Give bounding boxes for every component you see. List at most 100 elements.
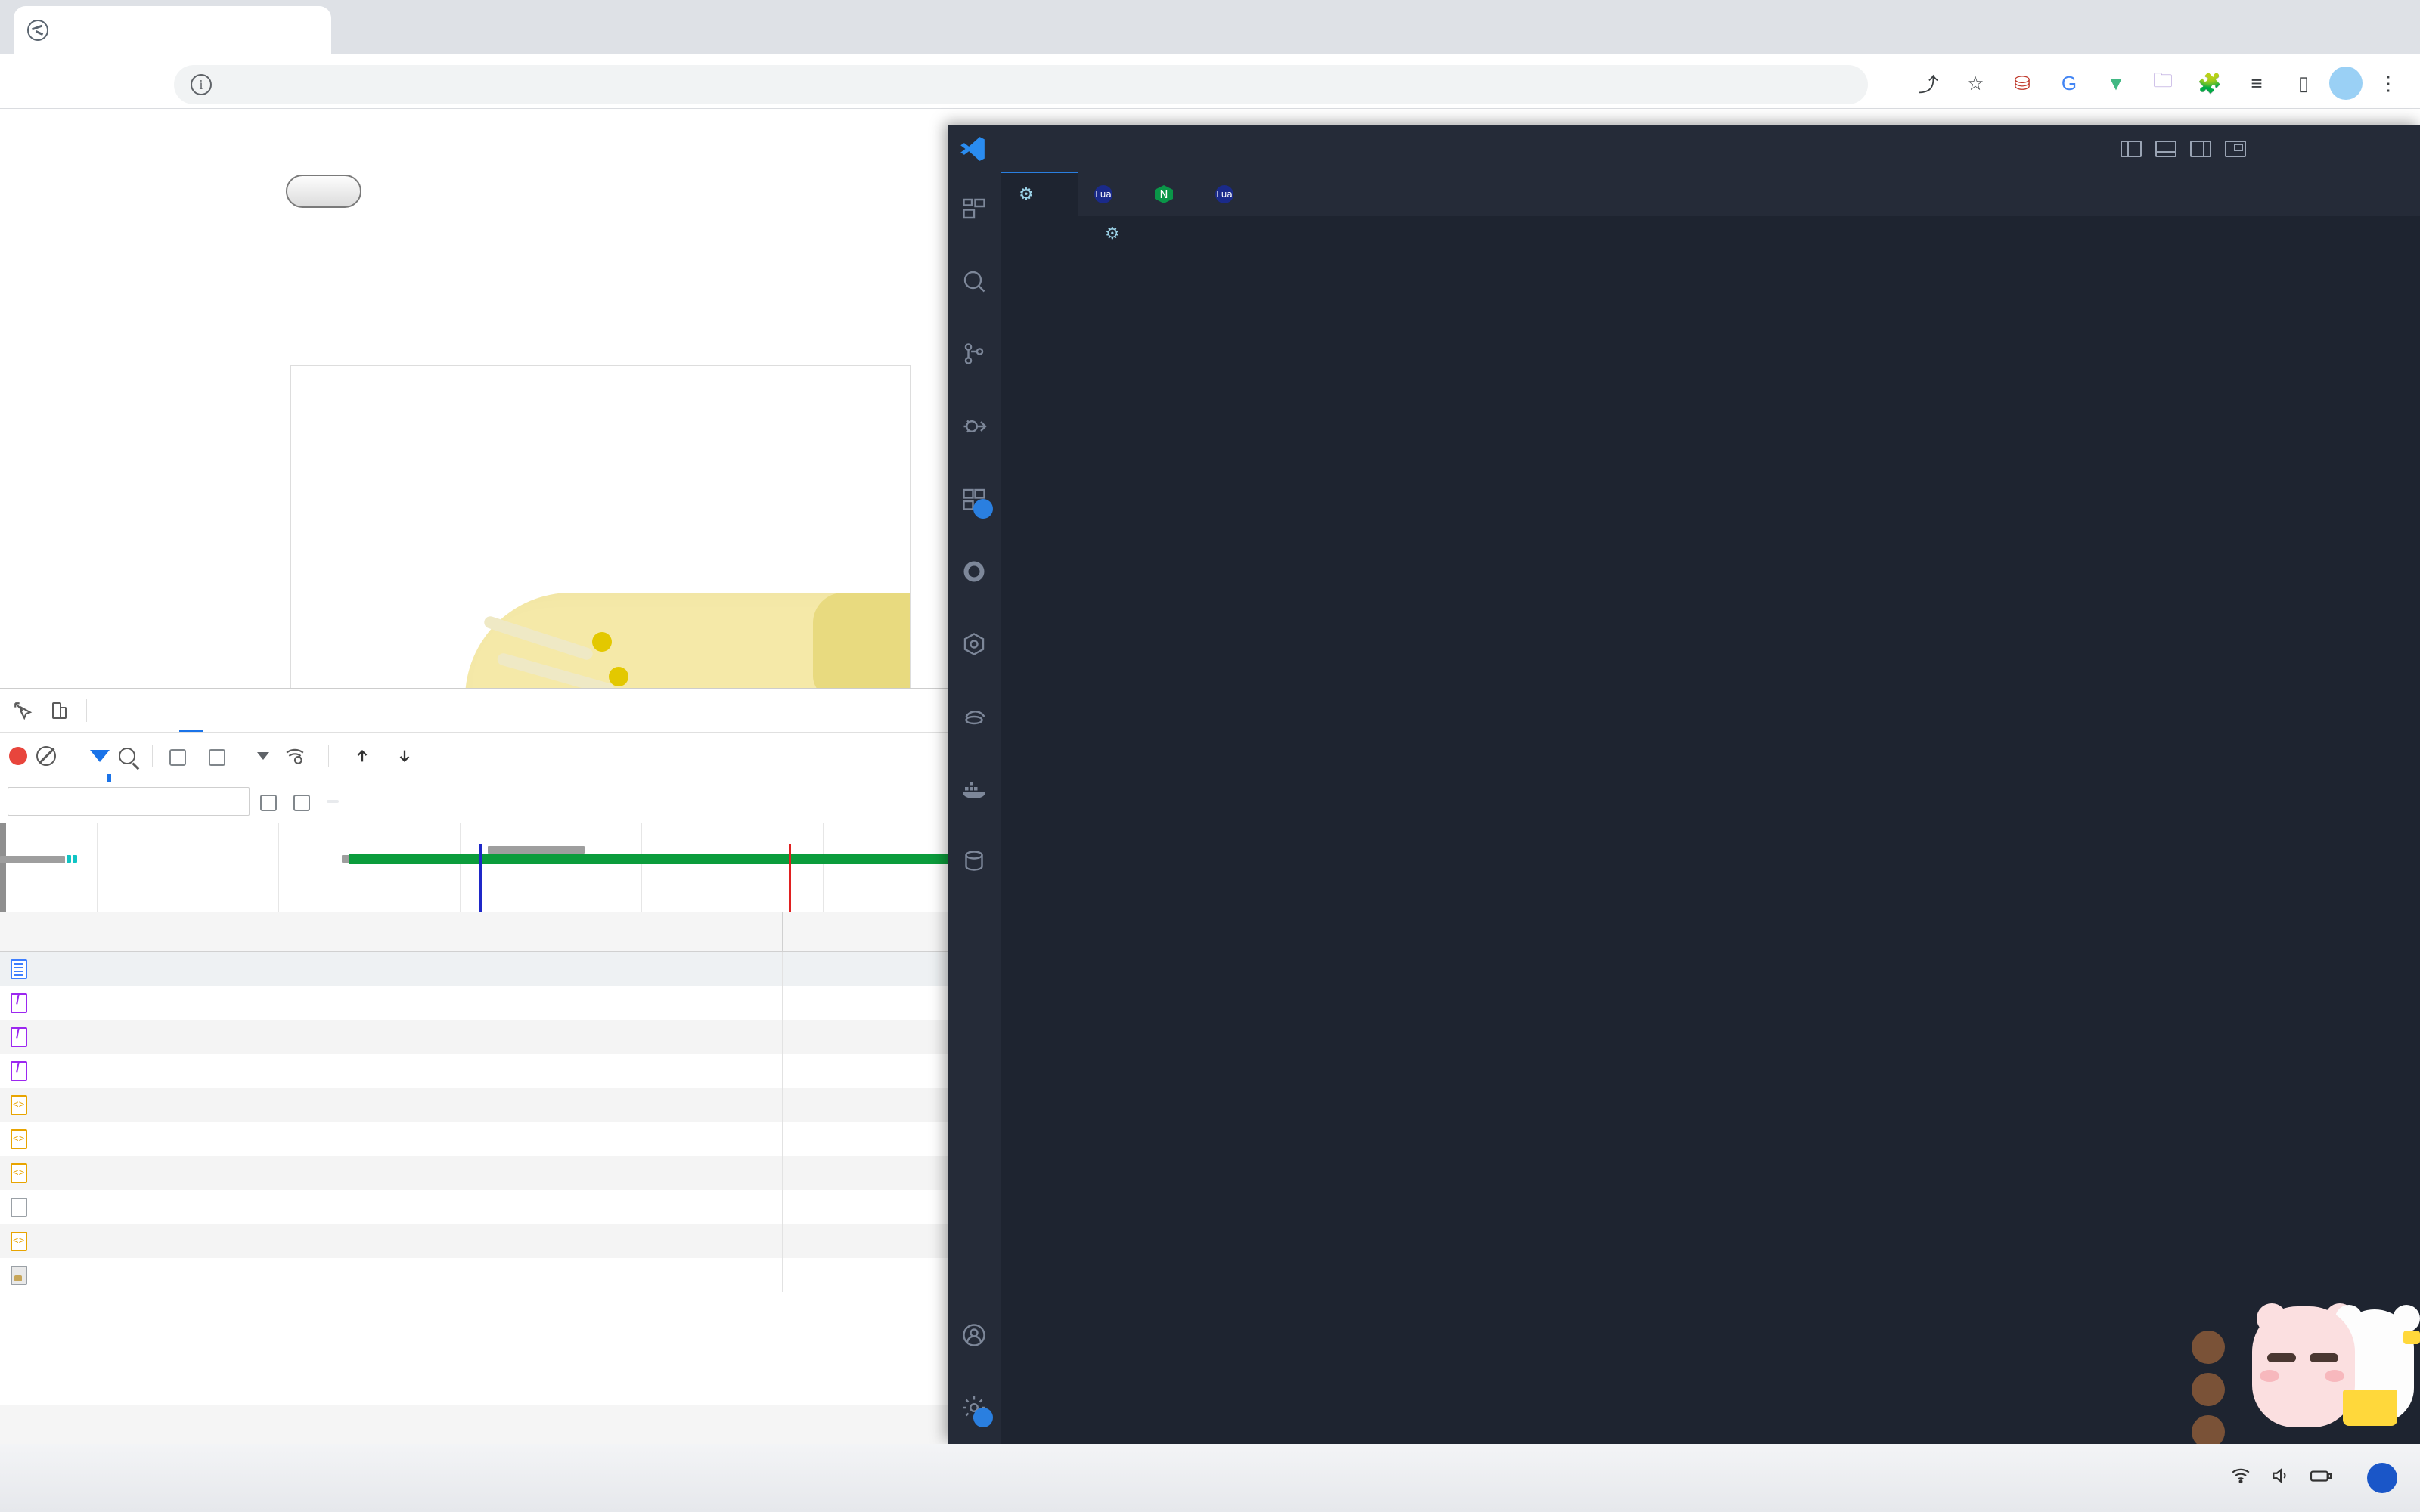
table-row[interactable] bbox=[0, 1156, 948, 1190]
downloader-icon[interactable]: 🗀 bbox=[2142, 62, 2184, 104]
bookmark-star-icon[interactable]: ☆ bbox=[1954, 62, 1996, 104]
filter-type-all[interactable] bbox=[327, 799, 339, 803]
playlist-icon[interactable]: ≡ bbox=[2235, 62, 2278, 104]
extensions-puzzle-icon[interactable]: 🧩 bbox=[2189, 62, 2231, 104]
mobile-icon[interactable]: ▯ bbox=[2282, 62, 2325, 104]
table-row[interactable] bbox=[0, 1020, 948, 1054]
battery-icon[interactable] bbox=[2308, 1466, 2334, 1491]
chevron-down-icon[interactable] bbox=[2136, 0, 2207, 54]
customize-layout-icon[interactable] bbox=[2225, 141, 2246, 157]
filter-type-css[interactable] bbox=[395, 800, 407, 803]
notification-badge[interactable] bbox=[2367, 1463, 2397, 1493]
network-overview-waterfall[interactable] bbox=[0, 823, 948, 912]
volume-icon[interactable] bbox=[2269, 1466, 2291, 1491]
menu-run[interactable] bbox=[1087, 146, 1105, 152]
table-row[interactable] bbox=[0, 1088, 948, 1122]
minimize-button[interactable] bbox=[2207, 0, 2278, 54]
clear-button[interactable] bbox=[36, 745, 56, 766]
toggle-secondary-sidebar-icon[interactable] bbox=[2190, 141, 2211, 157]
sidebar-item-docker[interactable] bbox=[948, 753, 1001, 826]
menu-terminal[interactable] bbox=[1105, 146, 1123, 152]
formal-button[interactable] bbox=[286, 175, 361, 208]
maximize-button[interactable] bbox=[2278, 0, 2349, 54]
table-row[interactable] bbox=[0, 1122, 948, 1156]
editor-tab-nginx-conf[interactable]: ⚙ bbox=[1001, 172, 1078, 216]
redis-extension-icon[interactable]: ⛁ bbox=[2001, 62, 2043, 104]
chrome-menu-icon[interactable]: ⋮ bbox=[2367, 62, 2409, 104]
table-row[interactable] bbox=[0, 1258, 948, 1292]
menu-file[interactable] bbox=[996, 146, 1014, 152]
share-icon[interactable]: ⤴ bbox=[1907, 62, 1950, 104]
profile-avatar[interactable] bbox=[2329, 67, 2363, 100]
sidebar-item-extensions[interactable] bbox=[948, 463, 1001, 535]
sidebar-item-kubernetes[interactable] bbox=[948, 608, 1001, 680]
toggle-panel-icon[interactable] bbox=[2155, 141, 2176, 157]
filter-input[interactable] bbox=[8, 786, 250, 816]
table-row[interactable] bbox=[0, 1190, 948, 1224]
editor-minimap[interactable] bbox=[2269, 251, 2420, 1444]
filter-icon[interactable] bbox=[90, 749, 111, 782]
table-row[interactable] bbox=[0, 952, 948, 986]
filter-type-img[interactable] bbox=[417, 800, 430, 803]
record-button[interactable] bbox=[9, 746, 27, 765]
filter-type-js[interactable] bbox=[372, 800, 384, 803]
table-row[interactable] bbox=[0, 986, 948, 1020]
export-har-icon[interactable] bbox=[388, 739, 421, 773]
filter-type-media[interactable] bbox=[440, 800, 452, 803]
tab-memory[interactable] bbox=[261, 689, 285, 732]
editor-tab-common-lua[interactable]: Lua bbox=[1078, 172, 1138, 216]
sidebar-item-github[interactable] bbox=[948, 535, 1001, 608]
sidebar-item-source-control[interactable] bbox=[948, 318, 1001, 390]
filter-type-font[interactable] bbox=[463, 800, 475, 803]
forward-button[interactable] bbox=[70, 60, 112, 103]
menu-edit[interactable] bbox=[1014, 146, 1032, 152]
column-header-name[interactable] bbox=[0, 912, 783, 951]
table-row[interactable] bbox=[0, 1224, 948, 1258]
back-button[interactable] bbox=[14, 60, 56, 103]
filter-type-fetch-xhr[interactable] bbox=[349, 800, 361, 803]
editor-tab-nginx-conf-2[interactable]: N bbox=[1138, 172, 1199, 216]
sidebar-item-accounts[interactable] bbox=[948, 1299, 1001, 1371]
device-toolbar-icon[interactable] bbox=[42, 694, 76, 727]
google-translate-icon[interactable]: G bbox=[2048, 62, 2090, 104]
browser-tab[interactable] bbox=[14, 6, 331, 54]
sidebar-item-settings[interactable] bbox=[948, 1371, 1001, 1444]
sidebar-item-explorer[interactable] bbox=[948, 172, 1001, 245]
wifi-icon[interactable] bbox=[2229, 1466, 2252, 1491]
tab-network[interactable] bbox=[179, 689, 203, 732]
column-header-status[interactable] bbox=[783, 912, 948, 951]
close-button[interactable] bbox=[2349, 0, 2420, 54]
sidebar-item-search[interactable] bbox=[948, 245, 1001, 318]
reload-button[interactable] bbox=[126, 60, 168, 103]
tab-sources[interactable] bbox=[152, 689, 176, 732]
address-bar[interactable]: i bbox=[174, 65, 1868, 104]
chevron-down-icon[interactable] bbox=[257, 751, 269, 760]
minimize-button[interactable] bbox=[2305, 125, 2363, 172]
vue-devtools-icon[interactable]: ▼ bbox=[2095, 62, 2137, 104]
tab-vue[interactable] bbox=[206, 689, 231, 732]
disable-cache-checkbox[interactable] bbox=[209, 748, 225, 766]
network-conditions-icon[interactable] bbox=[278, 739, 312, 773]
product-image-box[interactable] bbox=[290, 365, 911, 688]
table-row[interactable] bbox=[0, 1054, 948, 1088]
tab-console[interactable] bbox=[125, 689, 149, 732]
info-icon[interactable]: i bbox=[191, 74, 212, 95]
new-tab-button[interactable] bbox=[349, 14, 386, 50]
hide-data-urls-checkbox[interactable] bbox=[293, 794, 310, 811]
code-editor[interactable] bbox=[1001, 251, 2420, 1444]
maximize-button[interactable] bbox=[2363, 125, 2420, 172]
inspect-element-icon[interactable] bbox=[6, 694, 39, 727]
import-har-icon[interactable] bbox=[346, 739, 379, 773]
menu-help[interactable] bbox=[1123, 146, 1141, 152]
sidebar-item-remote-explorer[interactable] bbox=[948, 680, 1001, 753]
preserve-log-checkbox[interactable] bbox=[169, 748, 186, 766]
tab-performance[interactable] bbox=[234, 689, 258, 732]
tab-application[interactable] bbox=[288, 689, 312, 732]
sidebar-item-database[interactable] bbox=[948, 826, 1001, 898]
sidebar-item-run-debug[interactable] bbox=[948, 390, 1001, 463]
tab-elements[interactable] bbox=[98, 689, 122, 732]
toggle-primary-sidebar-icon[interactable] bbox=[2121, 141, 2142, 157]
menu-view[interactable] bbox=[1050, 146, 1069, 152]
menu-selection[interactable] bbox=[1032, 146, 1050, 152]
menu-go[interactable] bbox=[1069, 146, 1087, 152]
